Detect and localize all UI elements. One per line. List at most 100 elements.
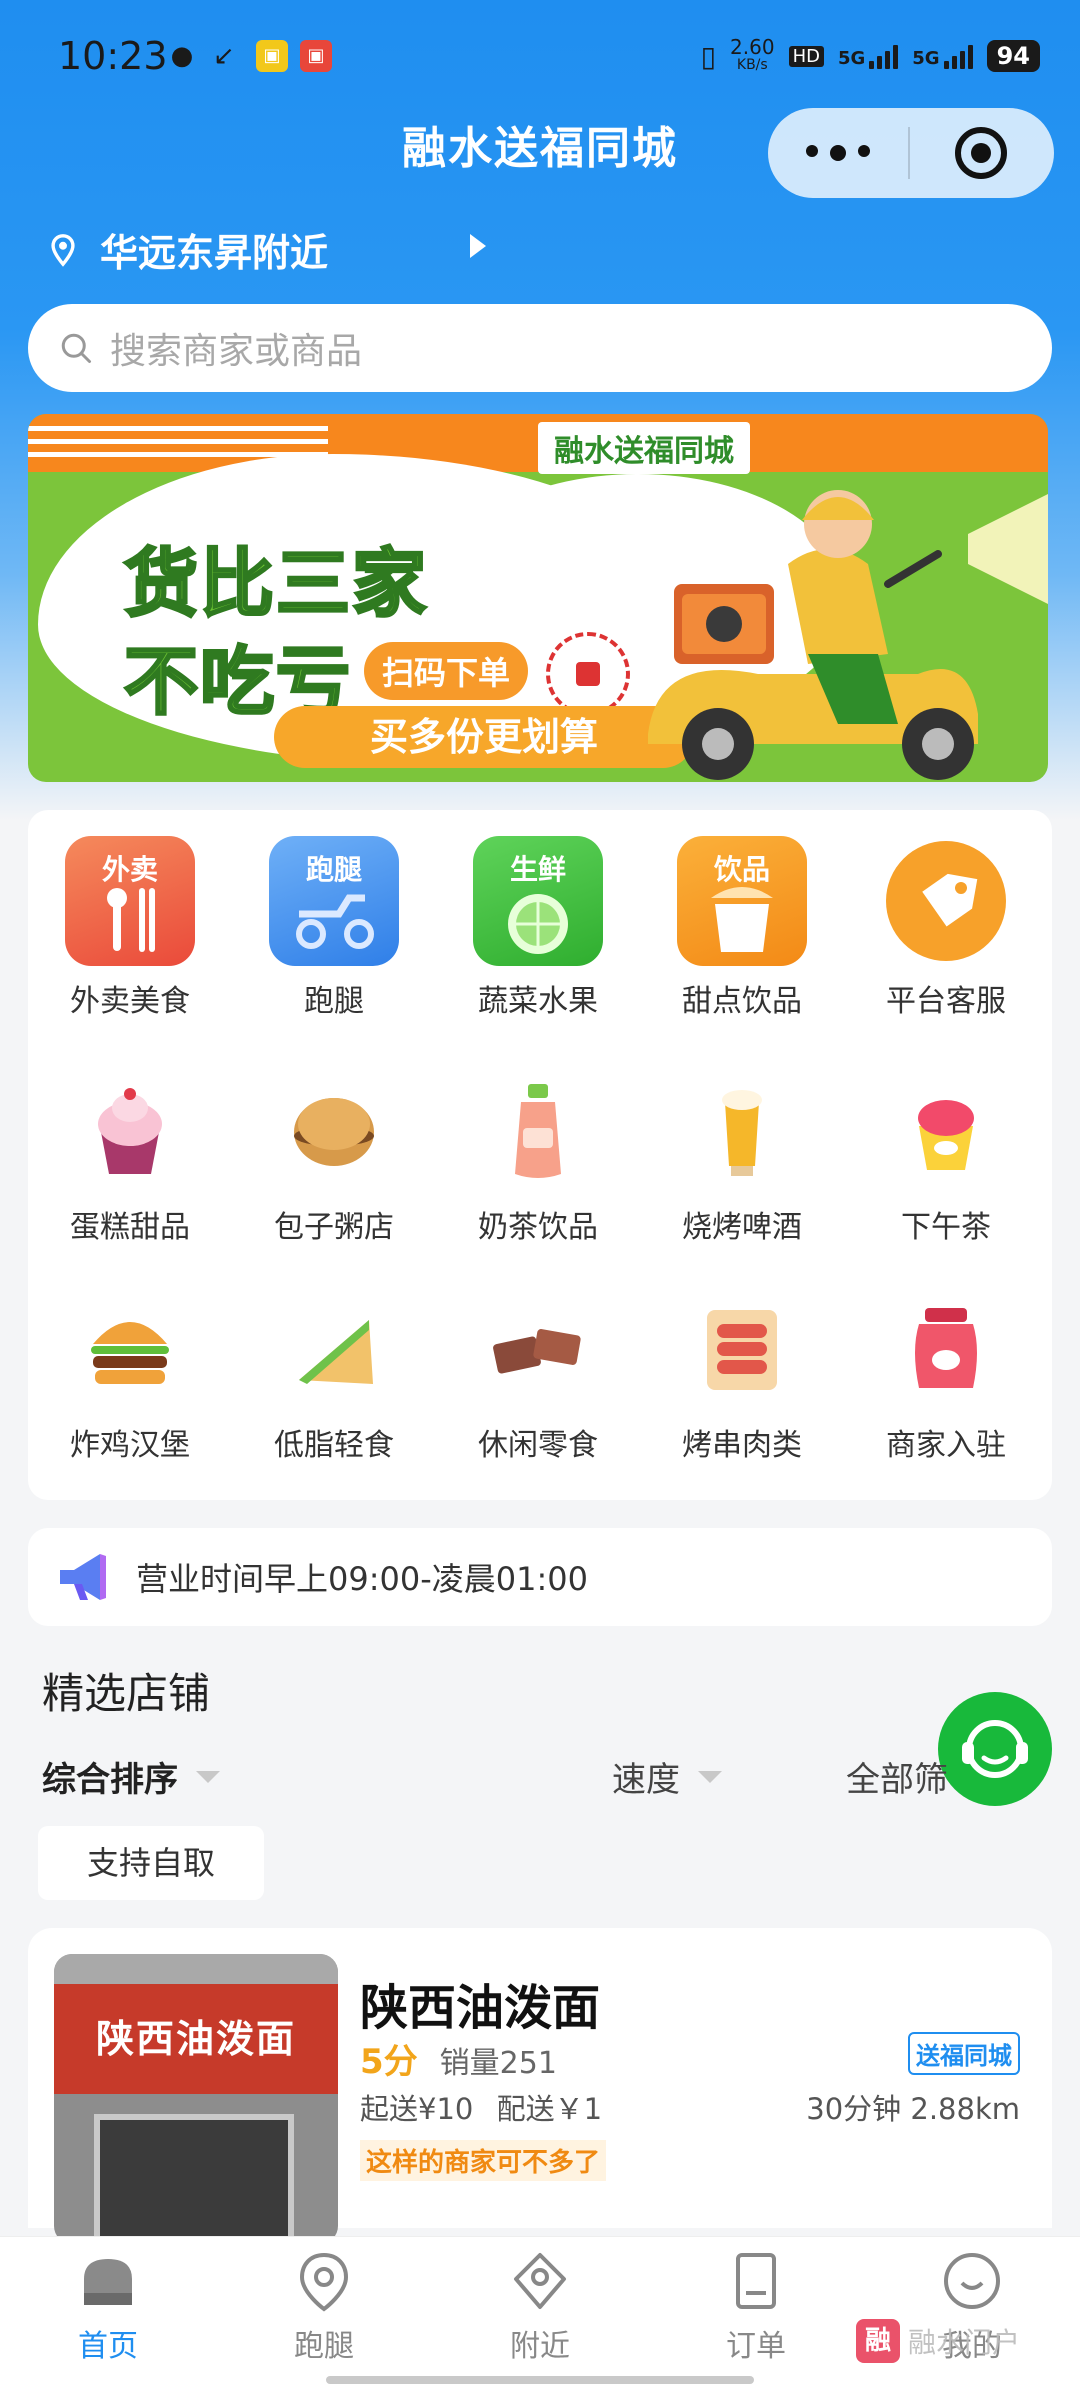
status-bar: 10:23 ● ↙ ▣ ▣ ▯ 2.60 KB/s HD 5G 5G 94 <box>0 0 1080 110</box>
category-label: 平台客服 <box>886 984 1006 1019</box>
banner-slogan: 买多份更划算 <box>274 706 694 768</box>
category-errand[interactable]: 跑腿 跑腿 <box>232 836 436 1020</box>
category-takeout[interactable]: 外卖 外卖美食 <box>28 836 232 1020</box>
filter-all[interactable]: 全部筛 <box>846 1752 948 1801</box>
home-indicator[interactable] <box>326 2376 754 2384</box>
tab-errand[interactable]: 跑腿 <box>216 2249 432 2365</box>
caret-right-icon <box>470 234 486 258</box>
pickup-filter-button[interactable]: 支持自取 <box>38 1826 264 1900</box>
category-label: 包子粥店 <box>274 1210 394 1245</box>
tab-nearby[interactable]: 附近 <box>432 2249 648 2365</box>
sort-default-label: 综合排序 <box>42 1760 178 1800</box>
category-label: 蛋糕甜品 <box>70 1210 190 1245</box>
shop-photo-door <box>94 2114 294 2244</box>
shop-promo-tip: 这样的商家可不多了 <box>360 2140 607 2181</box>
location-pin-icon <box>299 2252 349 2312</box>
tab-home[interactable]: 首页 <box>0 2249 216 2365</box>
net-speed: 2.60 KB/s <box>730 35 775 74</box>
missed-call-icon: ↙ <box>213 41 235 71</box>
search-bar[interactable]: 搜索商家或商品 <box>28 304 1052 392</box>
qr-code-icon <box>546 632 630 716</box>
net-speed-value: 2.60 <box>730 35 775 59</box>
category-skewers[interactable]: 烤串肉类 <box>640 1280 844 1464</box>
sim2-label: 5G <box>912 48 940 69</box>
platform-badge: 送福同城 <box>908 2032 1020 2075</box>
category-label: 炸鸡汉堡 <box>70 1428 190 1463</box>
category-milk-tea[interactable]: 奶茶饮品 <box>436 1062 640 1246</box>
shop-name: 陕西油泼面 <box>360 1980 601 2036</box>
order-icon <box>736 2253 776 2309</box>
sim2-signal: 5G <box>912 43 973 69</box>
shop-eta-distance: 30分钟 2.88km <box>806 2092 1020 2126</box>
category-label: 奶茶饮品 <box>478 1210 598 1245</box>
watermark: 融 融水门户 <box>856 2319 1020 2363</box>
bottle-icon <box>515 1084 561 1178</box>
category-label: 休闲零食 <box>478 1428 598 1463</box>
sim1-signal: 5G <box>838 43 899 69</box>
jar-icon <box>915 1308 977 1388</box>
dessert-cup-icon <box>918 1100 974 1170</box>
category-grid: 外卖 外卖美食 跑腿 跑腿 生鲜 蔬菜水果 饮品 甜点饮品 平台客服 蛋糕甜品 … <box>28 810 1052 1500</box>
category-light-meal[interactable]: 低脂轻食 <box>232 1280 436 1464</box>
min-order: 起送¥10 <box>360 2092 474 2126</box>
shop-photo: 陕西油泼面 <box>54 1954 338 2244</box>
tag-icon <box>886 841 1006 961</box>
sort-speed-label: 速度 <box>612 1760 680 1800</box>
tab-label: 附近 <box>510 2329 570 2364</box>
category-label: 蔬菜水果 <box>478 984 598 1019</box>
sort-bar: 综合排序 速度 全部筛 <box>42 1752 1042 1802</box>
close-miniprogram-button[interactable] <box>910 127 1052 179</box>
category-afternoon-tea[interactable]: 下午茶 <box>844 1062 1048 1246</box>
banner-scan-label: 扫码下单 <box>364 642 529 700</box>
sort-default[interactable]: 综合排序 <box>42 1752 220 1801</box>
burger-icon <box>91 1322 169 1384</box>
caret-down-icon <box>196 1770 220 1783</box>
category-bbq-beer[interactable]: 烧烤啤酒 <box>640 1062 844 1246</box>
section-title: 精选店铺 <box>42 1669 211 1718</box>
more-menu-icon[interactable] <box>768 145 908 161</box>
filter-all-label: 全部筛 <box>846 1760 948 1800</box>
shop-card[interactable]: 陕西油泼面 陕西油泼面 5分 销量251 送福同城 起送¥10 配送￥1 30分… <box>28 1928 1052 2244</box>
category-bun-porridge[interactable]: 包子粥店 <box>232 1062 436 1246</box>
category-cake[interactable]: 蛋糕甜品 <box>28 1062 232 1246</box>
category-merchant-join[interactable]: 商家入驻 <box>844 1280 1048 1464</box>
category-fried-chicken[interactable]: 炸鸡汉堡 <box>28 1280 232 1464</box>
app-notification-icon: ▣ <box>256 40 288 72</box>
banner-headline-1: 货比三家 <box>123 524 428 631</box>
watermark-text: 融水门户 <box>908 2326 1021 2359</box>
location-pin-icon <box>51 233 75 267</box>
status-time: 10:23 <box>58 34 168 78</box>
sort-speed[interactable]: 速度 <box>612 1752 722 1801</box>
category-drinks[interactable]: 饮品 甜点饮品 <box>640 836 844 1020</box>
category-label: 商家入驻 <box>886 1428 1006 1463</box>
biscuit-icon <box>294 1098 374 1166</box>
battery-indicator: 94 <box>986 40 1040 72</box>
signal-icon <box>869 43 899 69</box>
category-customer-service[interactable]: 平台客服 <box>844 836 1048 1020</box>
promo-banner[interactable]: 融水送福同城 货比三家 不吃亏 扫码下单 买多份更划算 <box>28 414 1048 782</box>
tab-label: 首页 <box>78 2329 138 2364</box>
business-hours-notice: 营业时间早上09:00-凌晨01:00 <box>28 1528 1052 1626</box>
shop-photo-wall <box>54 1954 338 1984</box>
category-produce[interactable]: 生鲜 蔬菜水果 <box>436 836 640 1020</box>
tab-orders[interactable]: 订单 <box>648 2249 864 2365</box>
category-label: 烧烤啤酒 <box>682 1210 802 1245</box>
shop-photo-sign: 陕西油泼面 <box>54 1984 338 2094</box>
nearby-pin-icon <box>514 2253 566 2309</box>
delivery-fee: 配送￥1 <box>496 2092 603 2126</box>
category-snacks[interactable]: 休闲零食 <box>436 1280 640 1464</box>
wechat-icon: ● <box>170 41 194 71</box>
search-placeholder: 搜索商家或商品 <box>110 331 363 372</box>
location-selector[interactable]: 华远东昇附近 <box>46 222 486 277</box>
home-icon <box>84 2259 132 2305</box>
sausage-icon <box>707 1310 777 1390</box>
hd-icon: HD <box>788 45 824 67</box>
tab-label: 订单 <box>726 2329 786 2364</box>
category-label: 下午茶 <box>901 1210 991 1245</box>
category-label: 低脂轻食 <box>274 1428 394 1463</box>
category-label: 外卖美食 <box>70 984 190 1019</box>
sandwich-icon <box>299 1320 373 1384</box>
beer-icon <box>722 1090 762 1176</box>
caret-down-icon <box>698 1770 722 1783</box>
shop-rating-row: 5分 销量251 <box>360 2034 557 2083</box>
